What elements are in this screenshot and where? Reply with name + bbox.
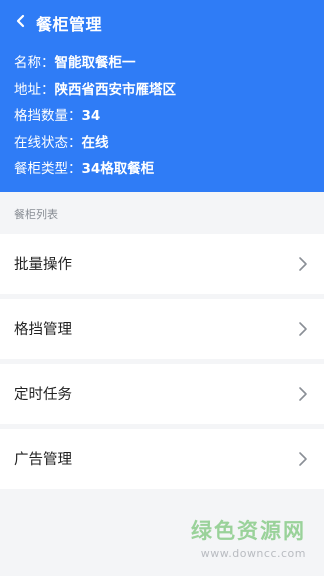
- page-title: 餐柜管理: [36, 15, 103, 34]
- info-value: 34格取餐柜: [81, 161, 155, 177]
- chevron-right-icon: [299, 387, 307, 401]
- info-label: 地址：: [14, 81, 55, 98]
- info-value: 在线: [81, 134, 109, 151]
- menu-item-scheduled-tasks[interactable]: 定时任务: [0, 364, 324, 424]
- chevron-right-icon: [299, 452, 307, 466]
- menu-item-label: 格挡管理: [14, 322, 72, 338]
- info-value: 陕西省西安市雁塔区: [54, 81, 177, 98]
- menu-item-batch-operation[interactable]: 批量操作: [0, 234, 324, 294]
- watermark-url: www.downcc.com: [200, 547, 306, 560]
- footer-area: 绿色资源网 www.downcc.com: [0, 490, 324, 576]
- info-label: 名称：: [14, 55, 55, 71]
- watermark-logo: 绿色资源网: [191, 519, 306, 543]
- info-row-cabinet-type: 餐柜类型：34格取餐柜: [14, 158, 176, 185]
- chevron-right-icon: [299, 322, 307, 336]
- cabinet-info: 名称：智能取餐柜一 地址：陕西省西安市雁塔区 格挡数量：34 在线状态：在线 餐…: [14, 52, 176, 185]
- menu-item-label: 定时任务: [14, 387, 72, 403]
- menu-item-ad-management[interactable]: 广告管理: [0, 429, 324, 489]
- watermark: 绿色资源网 www.downcc.com: [191, 515, 306, 560]
- menu-list: 批量操作 格挡管理 定时任务 广告管理: [0, 234, 324, 494]
- menu-item-label: 广告管理: [14, 452, 72, 468]
- info-value: 34: [81, 108, 101, 124]
- menu-item-label: 批量操作: [14, 257, 72, 273]
- back-button[interactable]: [10, 10, 32, 32]
- info-value: 智能取餐柜一: [54, 55, 136, 71]
- info-label: 在线状态：: [14, 134, 82, 151]
- info-row-name: 名称：智能取餐柜一: [14, 52, 176, 79]
- info-label: 格挡数量：: [14, 108, 82, 124]
- info-label: 餐柜类型：: [14, 161, 82, 177]
- info-row-slot-count: 格挡数量：34: [14, 105, 176, 132]
- info-row-online-status: 在线状态：在线: [14, 132, 176, 159]
- section-label: 餐柜列表: [14, 208, 58, 221]
- menu-item-slot-management[interactable]: 格挡管理: [0, 299, 324, 359]
- chevron-right-icon: [299, 257, 307, 271]
- chevron-left-icon: [16, 14, 25, 28]
- header-panel: 餐柜管理 名称：智能取餐柜一 地址：陕西省西安市雁塔区 格挡数量：34 在线状态…: [0, 0, 324, 192]
- info-row-address: 地址：陕西省西安市雁塔区: [14, 79, 176, 106]
- top-bar: 餐柜管理: [0, 0, 324, 44]
